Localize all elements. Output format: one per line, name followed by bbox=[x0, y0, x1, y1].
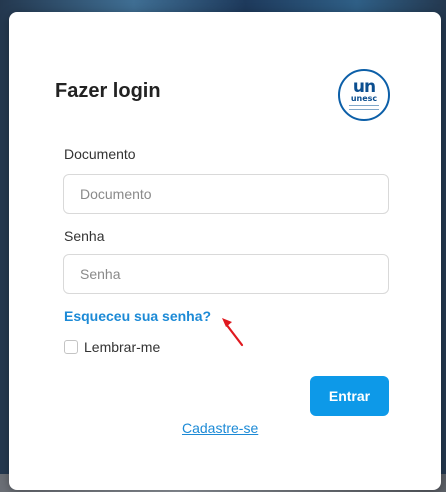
logo-sub-text: unesc bbox=[350, 94, 378, 103]
remember-me-checkbox[interactable] bbox=[64, 340, 78, 354]
remember-me-label: Lembrar-me bbox=[84, 339, 161, 355]
remember-me-option[interactable]: Lembrar-me bbox=[64, 339, 160, 355]
document-input[interactable] bbox=[63, 174, 389, 214]
password-input[interactable] bbox=[63, 254, 389, 294]
forgot-password-link[interactable]: Esqueceu sua senha? bbox=[64, 308, 211, 324]
red-arrow-icon bbox=[222, 318, 244, 347]
password-label: Senha bbox=[64, 228, 105, 244]
logo-tagline-lines bbox=[349, 105, 379, 110]
logo-main-text: un bbox=[352, 77, 376, 97]
document-label: Documento bbox=[64, 146, 136, 162]
unesc-logo-icon: un unesc bbox=[338, 69, 390, 121]
page-title: Fazer login bbox=[55, 80, 161, 102]
signup-link[interactable]: Cadastre-se bbox=[182, 420, 258, 436]
submit-button[interactable]: Entrar bbox=[310, 376, 389, 416]
